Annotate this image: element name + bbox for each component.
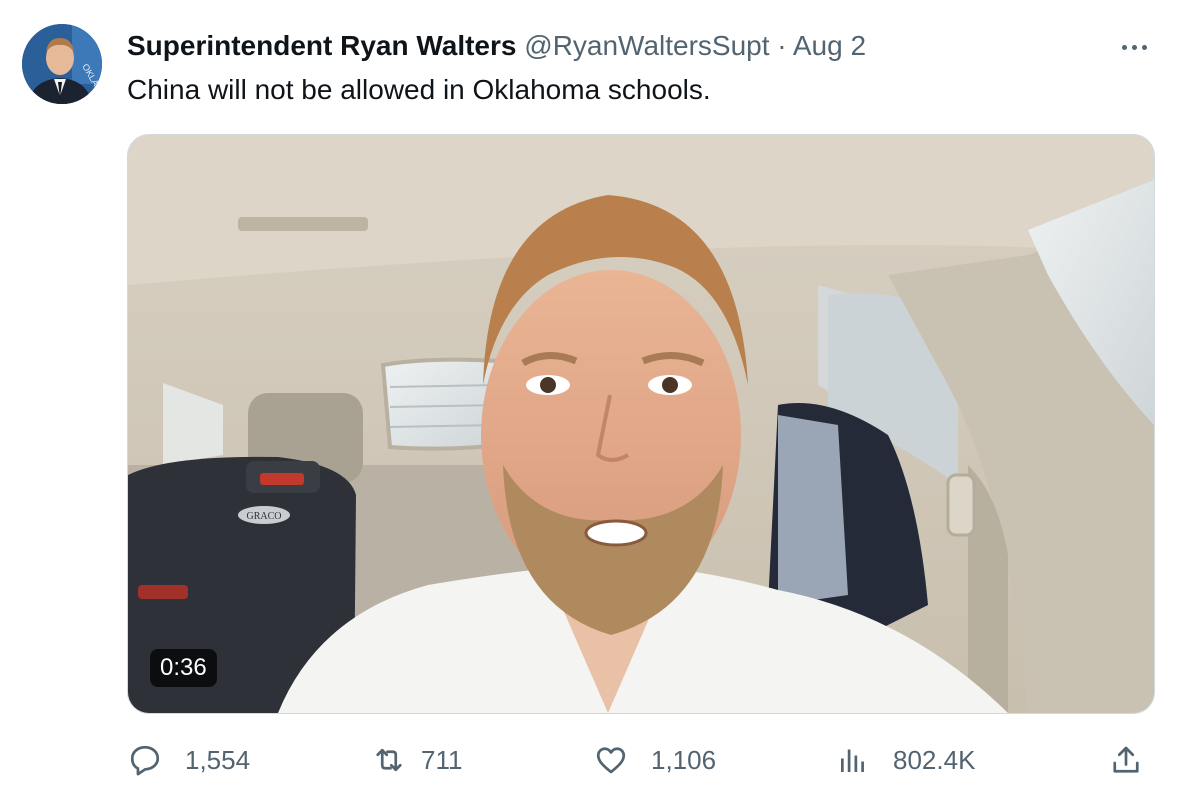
retweet-count: 711 — [421, 744, 463, 775]
reply-button[interactable]: 1,554 — [127, 736, 250, 784]
tweet-header: Superintendent Ryan Walters @RyanWalters… — [127, 28, 866, 64]
reply-icon — [127, 742, 163, 778]
views-count: 802.4K — [893, 744, 976, 775]
video-duration: 0:36 — [150, 649, 217, 687]
video-player[interactable]: GRACO 0:36 — [127, 134, 1155, 714]
more-dots-icon — [1121, 44, 1127, 50]
retweet-button[interactable]: 711 — [371, 736, 462, 784]
author-name[interactable]: Superintendent Ryan Walters — [127, 30, 516, 61]
author-avatar[interactable]: OKLA — [22, 24, 102, 104]
avatar-image: OKLA — [22, 24, 102, 104]
action-bar: 1,554 711 1,106 802.4K — [127, 736, 1153, 784]
tweet: OKLA Superintendent Ryan Walters @RyanWa… — [0, 0, 1190, 812]
retweet-icon — [371, 742, 407, 778]
share-button[interactable] — [1108, 736, 1144, 784]
meta-separator: · — [777, 30, 787, 61]
video-frame: GRACO — [128, 135, 1154, 713]
tweet-date[interactable]: Aug 2 — [793, 30, 866, 61]
heart-icon — [593, 742, 629, 778]
views-button[interactable]: 802.4K — [835, 736, 975, 784]
tweet-text: China will not be allowed in Oklahoma sc… — [127, 74, 711, 105]
like-button[interactable]: 1,106 — [593, 736, 716, 784]
more-button[interactable] — [1112, 30, 1156, 64]
author-handle[interactable]: @RyanWaltersSupt — [524, 30, 769, 61]
like-count: 1,106 — [651, 744, 717, 775]
car-seat-brand: GRACO — [246, 511, 281, 522]
reply-count: 1,554 — [185, 744, 251, 775]
share-icon — [1108, 742, 1144, 778]
analytics-icon — [835, 742, 871, 778]
